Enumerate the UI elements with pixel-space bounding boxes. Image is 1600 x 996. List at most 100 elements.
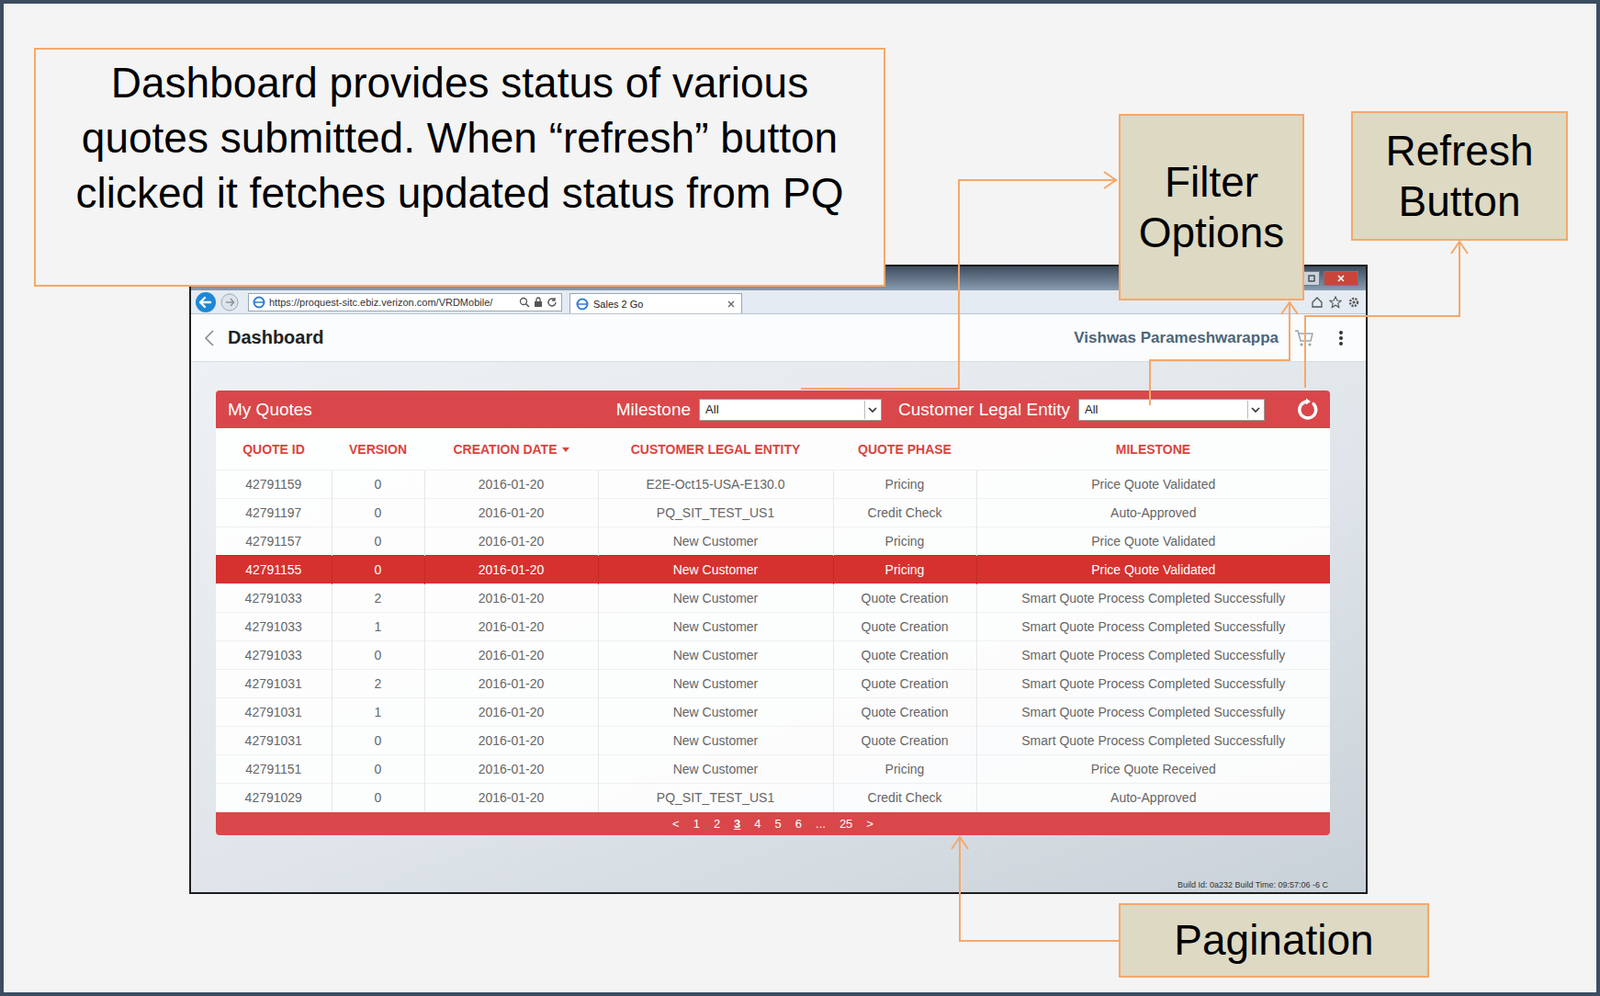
cell-text: Credit Check: [867, 505, 943, 520]
table-cell: New Customer: [597, 527, 834, 556]
table-cell: 0: [331, 726, 425, 755]
table-cell: 42791033: [215, 612, 332, 642]
description-text: Dashboard provides status of various quo…: [75, 58, 844, 217]
table-cell: 42791155: [215, 555, 332, 585]
table-row[interactable]: 4279103322016-01-20New CustomerQuote Cre…: [215, 584, 1330, 613]
column-label[interactable]: CREATION DATE: [452, 441, 557, 457]
filter-callout-text: Filter Options: [1124, 157, 1299, 259]
cell-text: New Customer: [673, 619, 759, 634]
back-arrow-icon[interactable]: [194, 291, 217, 314]
table-cell: 2016-01-20: [424, 783, 598, 812]
gear-icon[interactable]: [1347, 295, 1361, 309]
page-button[interactable]: 6: [795, 816, 802, 831]
table-cell: New Customer: [597, 669, 834, 699]
previous-page-button[interactable]: <: [672, 816, 680, 831]
column-header[interactable]: VERSION: [331, 428, 425, 471]
pagination-callout: Pagination: [1118, 902, 1430, 978]
filter-value[interactable]: All: [705, 402, 865, 417]
page-button[interactable]: 1: [693, 816, 700, 831]
star-icon[interactable]: [1329, 295, 1342, 309]
column-label[interactable]: VERSION: [349, 441, 407, 457]
cell-text: Smart Quote Process Completed Successful…: [1021, 704, 1285, 720]
table-cell: 2016-01-20: [424, 470, 598, 499]
restore-button[interactable]: [1303, 270, 1320, 286]
column-header[interactable]: CUSTOMER LEGAL ENTITY: [597, 428, 834, 471]
page-button[interactable]: 3: [733, 816, 741, 831]
tab-close-icon[interactable]: [726, 299, 736, 309]
close-button[interactable]: [1323, 270, 1359, 286]
cell-text: 2016-01-20: [478, 789, 545, 805]
table-row[interactable]: 4279115102016-01-20New CustomerPricingPr…: [215, 754, 1330, 784]
cell-text: Price Quote Validated: [1091, 562, 1216, 577]
cell-text: 42791155: [245, 562, 302, 577]
refresh-icon[interactable]: [1295, 397, 1319, 422]
url-field[interactable]: https://proquest-sitc.ebiz.verizon.com/V…: [247, 292, 563, 312]
table-cell: 0: [331, 641, 425, 670]
next-page-button[interactable]: >: [866, 816, 874, 831]
column-label[interactable]: QUOTE PHASE: [857, 441, 952, 457]
column-header[interactable]: QUOTE PHASE: [833, 428, 977, 471]
table-row[interactable]: 4279103312016-01-20New CustomerQuote Cre…: [215, 612, 1330, 642]
filter-dropdown[interactable]: All: [1078, 398, 1265, 421]
build-info: Build Id: 0a232 Build Time: 09:57:06 -6 …: [1177, 879, 1330, 892]
cell-text: Price Quote Received: [1091, 761, 1217, 777]
table-row[interactable]: 4279103102016-01-20New CustomerQuote Cre…: [215, 726, 1330, 755]
page-button[interactable]: 4: [754, 816, 761, 831]
table-row[interactable]: 4279119702016-01-20PQ_SIT_TEST_US1Credit…: [215, 498, 1330, 528]
table-row[interactable]: 4279115502016-01-20New CustomerPricingPr…: [215, 555, 1330, 585]
cart-icon[interactable]: [1294, 328, 1315, 348]
cell-text: Pricing: [885, 761, 925, 777]
page-button[interactable]: ...: [815, 816, 826, 831]
close-icon: [1337, 274, 1345, 282]
chevron-down-icon[interactable]: [867, 405, 878, 414]
forward-arrow-icon[interactable]: [220, 292, 239, 312]
table-cell: New Customer: [597, 555, 834, 585]
column-label[interactable]: MILESTONE: [1115, 441, 1191, 457]
cell-text: 42791029: [245, 789, 303, 805]
table-row[interactable]: 4279115702016-01-20New CustomerPricingPr…: [215, 527, 1330, 556]
cell-text: 2: [374, 590, 383, 606]
refresh-callout: Refresh Button: [1351, 111, 1568, 241]
dropdown-button[interactable]: [864, 400, 880, 419]
table-cell: Credit Check: [833, 498, 977, 528]
cell-text: Auto-Approved: [1110, 505, 1196, 520]
table-cell: Auto-Approved: [976, 498, 1330, 528]
user-name[interactable]: Vishwas Parameshwarappa: [1073, 328, 1279, 348]
back-chevron-icon[interactable]: [203, 328, 215, 348]
column-header[interactable]: MILESTONE: [976, 428, 1330, 471]
ie-logo-icon: [575, 297, 589, 311]
filter-label: Customer Legal Entity: [898, 399, 1071, 420]
table-row[interactable]: 4279103112016-01-20New CustomerQuote Cre…: [215, 698, 1330, 727]
page-button[interactable]: 2: [713, 816, 721, 831]
column-label[interactable]: CUSTOMER LEGAL ENTITY: [630, 441, 801, 457]
dropdown-button[interactable]: [1247, 400, 1263, 419]
table-row[interactable]: 4279115902016-01-20E2E-Oct15-USA-E130.0P…: [215, 470, 1330, 499]
cell-text: 0: [374, 533, 383, 549]
home-icon[interactable]: [1310, 295, 1324, 309]
url-text[interactable]: https://proquest-sitc.ebiz.verizon.com/V…: [269, 296, 516, 308]
page-button[interactable]: 25: [839, 816, 853, 831]
table-cell: 42791157: [215, 527, 332, 556]
reload-icon[interactable]: [546, 296, 558, 308]
chevron-down-icon[interactable]: [1250, 405, 1261, 414]
table-cell: Smart Quote Process Completed Successful…: [976, 726, 1330, 755]
table-row[interactable]: 4279103122016-01-20New CustomerQuote Cre…: [215, 669, 1330, 699]
table-cell: PQ_SIT_TEST_US1: [597, 783, 834, 812]
table-cell: Price Quote Validated: [976, 555, 1330, 585]
cell-text: 42791031: [245, 704, 303, 720]
filter-value[interactable]: All: [1084, 402, 1248, 417]
column-header[interactable]: QUOTE ID: [215, 428, 332, 471]
search-icon[interactable]: [518, 296, 530, 308]
page-button[interactable]: 5: [775, 816, 782, 831]
table-cell: 42791031: [215, 698, 332, 727]
table-cell: New Customer: [597, 754, 834, 784]
column-label[interactable]: QUOTE ID: [242, 441, 305, 457]
filter-label: Milestone: [616, 399, 691, 420]
browser-tab[interactable]: Sales 2 Go: [569, 292, 743, 314]
filter-dropdown[interactable]: All: [698, 398, 882, 421]
more-menu-icon[interactable]: [1338, 328, 1344, 348]
table-row[interactable]: 4279102902016-01-20PQ_SIT_TEST_US1Credit…: [215, 783, 1330, 812]
column-header[interactable]: CREATION DATE: [424, 428, 598, 471]
tab-label[interactable]: Sales 2 Go: [593, 298, 722, 310]
table-row[interactable]: 4279103302016-01-20New CustomerQuote Cre…: [215, 641, 1330, 670]
